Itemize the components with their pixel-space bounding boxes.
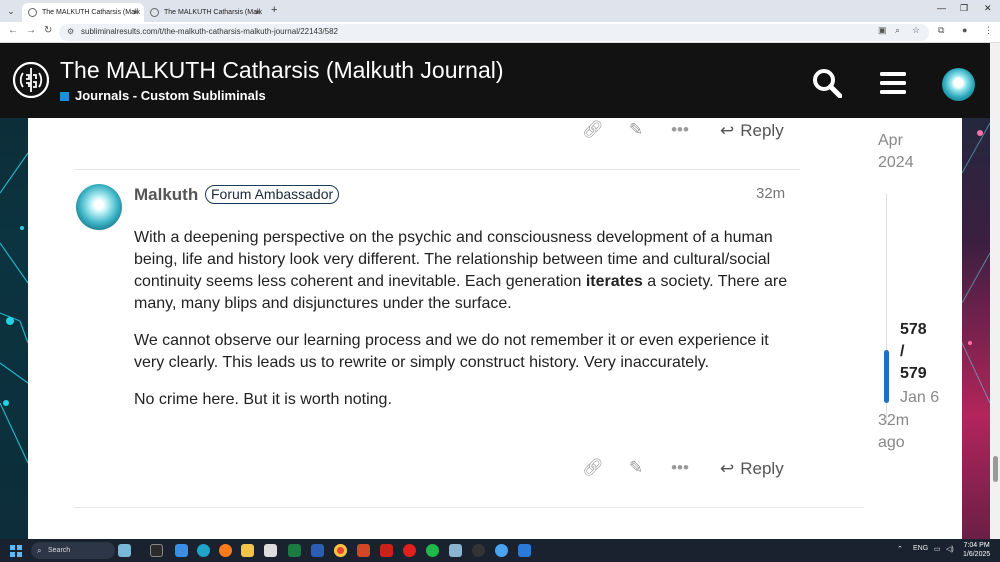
reply-button[interactable]: ↩︎ Reply xyxy=(720,457,784,481)
restore-icon[interactable]: ❐ xyxy=(960,3,968,14)
timeline-position: 578 / 579 xyxy=(900,321,927,382)
taskbar-search-label: Search xyxy=(48,547,71,554)
new-tab-button[interactable]: + xyxy=(271,4,277,16)
address-bar[interactable]: ⚙ subliminalresults.com/t/the-malkuth-ca… xyxy=(59,24,929,41)
category-color-swatch xyxy=(60,92,69,101)
bookmark-star-icon[interactable]: ☆ xyxy=(912,25,920,36)
minimize-icon[interactable]: — xyxy=(937,3,946,13)
firefox-icon[interactable] xyxy=(219,544,232,557)
timeline-start-date[interactable]: Apr 2024 xyxy=(878,130,914,174)
globe-icon xyxy=(150,8,159,17)
reply-label: Reply xyxy=(740,121,784,140)
tray-overflow-icon[interactable]: ⌃ xyxy=(897,545,903,553)
forward-icon[interactable]: → xyxy=(26,25,36,36)
web-page: The MALKUTH Catharsis (Malkuth Journal) … xyxy=(0,43,1000,539)
back-icon[interactable]: ← xyxy=(8,25,18,36)
reply-arrow-icon: ↩︎ xyxy=(720,459,735,478)
user-title-badge: Forum Ambassador xyxy=(205,185,340,204)
link-icon[interactable]: 🔗︎ xyxy=(582,119,604,141)
app-icon[interactable] xyxy=(518,544,531,557)
task-view-icon[interactable] xyxy=(150,544,163,557)
brain-logo-icon[interactable] xyxy=(13,62,49,98)
post-divider xyxy=(74,169,800,170)
category-name: Journals - Custom Subliminals xyxy=(75,88,266,103)
user-avatar[interactable] xyxy=(942,68,975,101)
edge-icon[interactable] xyxy=(197,544,210,557)
taskbar-search[interactable]: ⌕ Search xyxy=(31,542,115,559)
post-actions: 🔗︎ ✎ ••• ↩︎ Reply xyxy=(582,457,792,481)
install-app-icon[interactable]: ▣ xyxy=(878,25,887,36)
tab-title: The MALKUTH Catharsis (Malk xyxy=(42,9,141,16)
chrome-icon[interactable] xyxy=(334,544,347,557)
reply-label: Reply xyxy=(740,459,784,478)
scrollbar-thumb[interactable] xyxy=(993,456,998,482)
url-text: subliminalresults.com/t/the-malkuth-cath… xyxy=(81,27,339,36)
more-options-icon[interactable]: ••• xyxy=(669,457,691,479)
site-info-icon[interactable]: ⚙ xyxy=(67,27,74,36)
app-icon[interactable] xyxy=(264,544,277,557)
post-divider xyxy=(74,507,864,508)
zoom-icon[interactable]: ⌕ xyxy=(895,25,900,36)
search-icon[interactable] xyxy=(812,68,842,98)
input-language[interactable]: ENG xyxy=(913,545,928,552)
tab-search-icon[interactable]: ⌄ xyxy=(4,4,18,18)
acrobat-icon[interactable] xyxy=(380,544,393,557)
post-paragraph: With a deepening perspective on the psyc… xyxy=(134,229,788,312)
post-paragraph: We cannot observe our learning process a… xyxy=(134,332,769,371)
reload-icon[interactable]: ↻ xyxy=(44,25,52,36)
opera-icon[interactable] xyxy=(403,544,416,557)
site-header: The MALKUTH Catharsis (Malkuth Journal) … xyxy=(0,43,990,118)
close-window-icon[interactable]: ✕ xyxy=(984,3,992,14)
tab-title: The MALKUTH Catharsis (Malk xyxy=(164,9,263,16)
app-icon[interactable] xyxy=(426,544,439,557)
photos-icon[interactable] xyxy=(449,544,462,557)
search-icon: ⌕ xyxy=(37,546,42,555)
close-tab-icon[interactable]: ✕ xyxy=(254,3,261,22)
windows-taskbar: ⌕ Search ⌃ ENG ▭ ◁) 7:04 PM 1/6/2025 xyxy=(0,539,1000,562)
powerpoint-icon[interactable] xyxy=(357,544,370,557)
network-icon[interactable]: ▭ xyxy=(934,545,941,553)
browser-tab-active[interactable]: The MALKUTH Catharsis (Malk ✕ xyxy=(22,3,144,22)
excel-icon[interactable] xyxy=(288,544,301,557)
timeline-end-date[interactable]: Jan 6 xyxy=(900,387,939,409)
link-icon[interactable]: 🔗︎ xyxy=(582,457,604,479)
edit-pencil-icon[interactable]: ✎ xyxy=(625,457,647,479)
windows-start-icon[interactable] xyxy=(10,545,22,557)
app-icon[interactable] xyxy=(495,544,508,557)
reply-arrow-icon: ↩︎ xyxy=(720,121,735,140)
volume-icon[interactable]: ◁) xyxy=(946,545,954,553)
post-timestamp[interactable]: 32m xyxy=(756,185,785,202)
store-icon[interactable] xyxy=(175,544,188,557)
browser-toolbar: ← → ↻ ⚙ subliminalresults.com/t/the-malk… xyxy=(0,22,1000,43)
hamburger-menu-icon[interactable] xyxy=(878,68,908,98)
post-paragraph: No crime here. But it is worth noting. xyxy=(134,391,392,408)
reply-button[interactable]: ↩︎ Reply xyxy=(720,119,784,143)
browser-tabstrip: ⌄ The MALKUTH Catharsis (Malk ✕ The MALK… xyxy=(0,0,1000,22)
topic-title[interactable]: The MALKUTH Catharsis (Malkuth Journal) xyxy=(60,57,504,84)
topic-timeline: Apr 2024 578 / 579 Jan 6 32m ago xyxy=(878,130,962,539)
extensions-icon[interactable]: ⧉ xyxy=(938,25,944,36)
post-body: With a deepening perspective on the psyc… xyxy=(134,227,794,426)
prev-post-actions: 🔗︎ ✎ ••• ↩︎ Reply xyxy=(582,119,792,143)
browser-tab[interactable]: The MALKUTH Catharsis (Malk ✕ xyxy=(144,3,266,22)
widgets-icon[interactable] xyxy=(118,544,131,557)
browser-menu-icon[interactable]: ⋮ xyxy=(984,25,993,36)
file-explorer-icon[interactable] xyxy=(241,544,254,557)
timeline-last-activity: 32m ago xyxy=(878,412,910,451)
globe-icon xyxy=(28,8,37,17)
profile-icon[interactable]: ● xyxy=(962,25,967,35)
post-author-avatar[interactable] xyxy=(76,184,122,230)
word-icon[interactable] xyxy=(311,544,324,557)
topic-content: 🔗︎ ✎ ••• ↩︎ Reply Malkuth Forum Ambassado… xyxy=(28,118,962,539)
edit-pencil-icon[interactable]: ✎ xyxy=(625,119,647,141)
close-tab-icon[interactable]: ✕ xyxy=(132,3,139,22)
more-options-icon[interactable]: ••• xyxy=(669,119,691,141)
taskbar-clock[interactable]: 7:04 PM 1/6/2025 xyxy=(963,541,990,559)
app-icon[interactable] xyxy=(472,544,485,557)
post-username[interactable]: Malkuth xyxy=(134,185,198,205)
timeline-scroller-handle[interactable] xyxy=(884,350,889,403)
page-scrollbar[interactable] xyxy=(990,43,1000,539)
